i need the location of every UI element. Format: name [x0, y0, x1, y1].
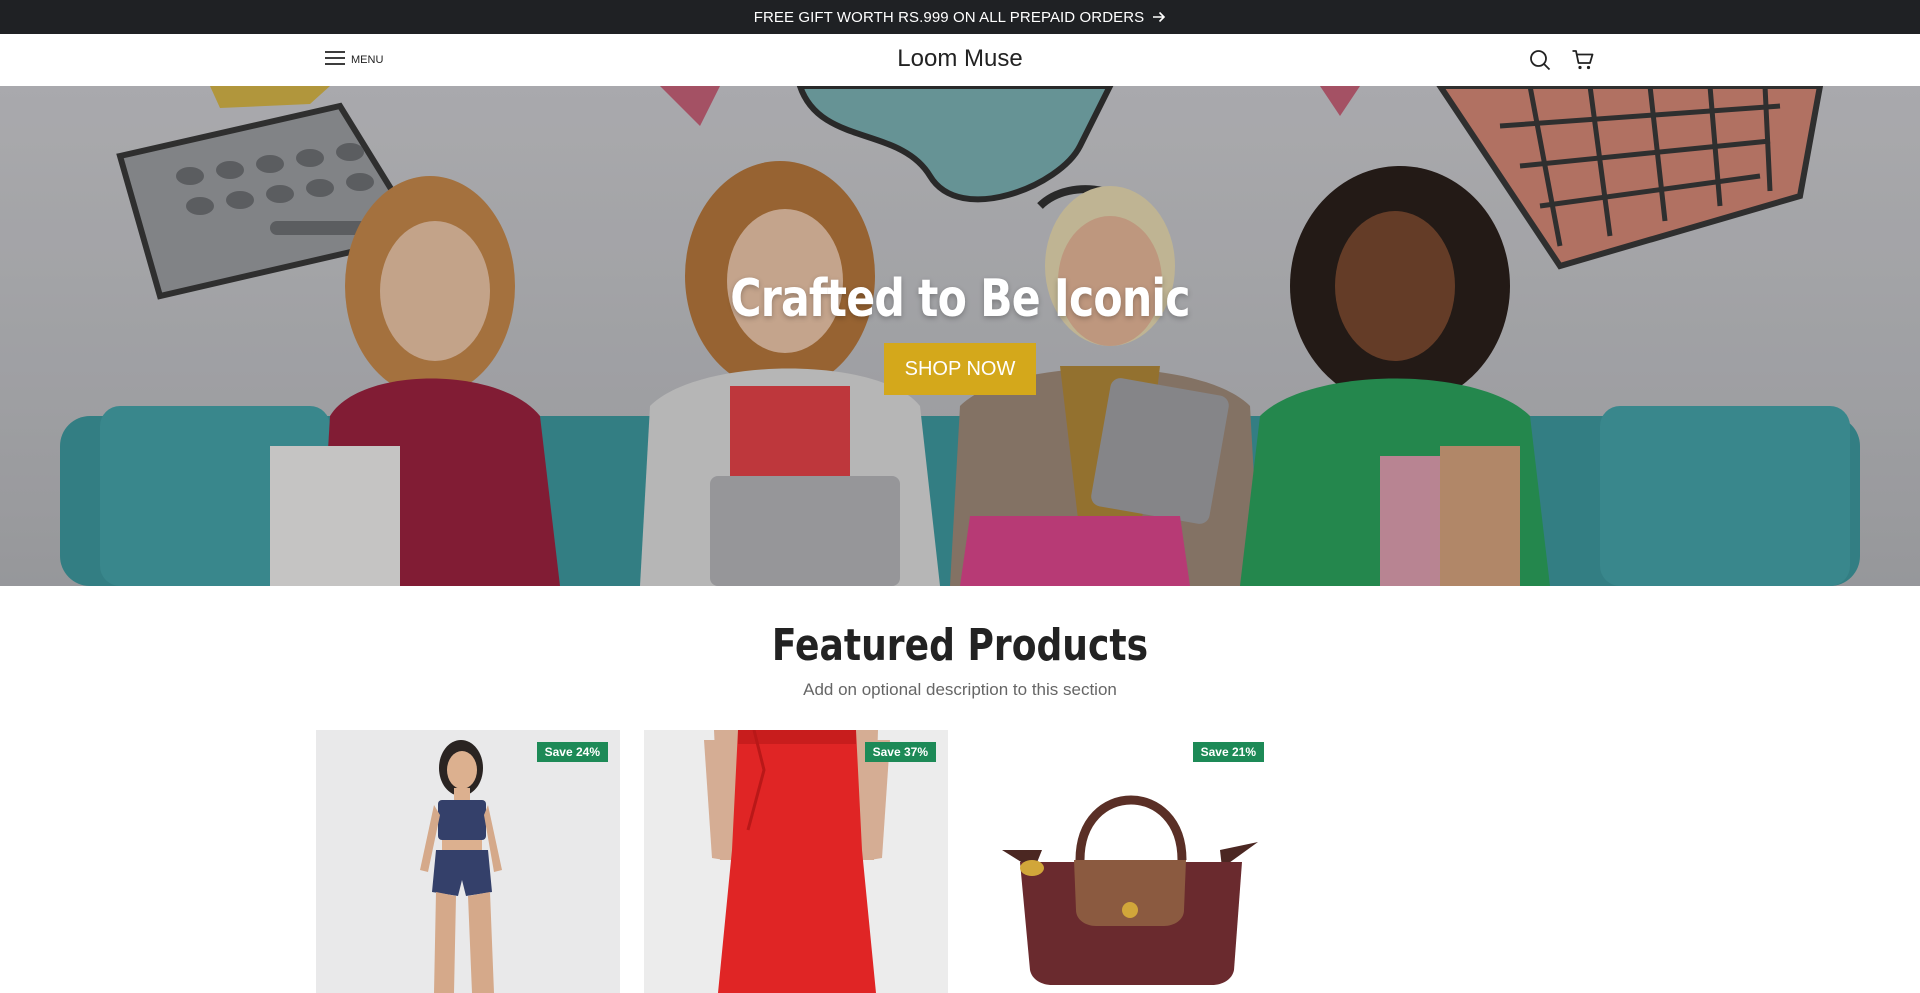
hero-title: Crafted to Be Iconic — [730, 269, 1190, 329]
hamburger-icon[interactable] — [325, 50, 345, 71]
featured-description: Add on optional description to this sect… — [803, 680, 1117, 699]
product-card[interactable]: Save 21% — [972, 730, 1276, 993]
discount-badge: Save 37% — [864, 742, 936, 762]
hero-overlay — [0, 86, 1920, 586]
site-header: MENU Loom Muse — [0, 34, 1920, 87]
menu-label[interactable]: MENU — [351, 54, 383, 66]
product-card[interactable]: Save 24% — [316, 730, 620, 993]
hero-banner: Crafted to Be Iconic SHOP NOW — [0, 86, 1920, 586]
site-logo[interactable]: Loom Muse — [897, 45, 1022, 72]
arrow-right-icon[interactable] — [1152, 10, 1166, 24]
announcement-text[interactable]: FREE GIFT WORTH RS.999 ON ALL PREPAID OR… — [754, 9, 1145, 26]
cart-icon[interactable] — [1571, 48, 1595, 72]
discount-badge: Save 24% — [536, 742, 608, 762]
product-image[interactable] — [316, 730, 620, 993]
product-card[interactable]: Save 37% — [644, 730, 948, 993]
menu-button[interactable]: MENU — [325, 49, 383, 71]
product-image[interactable] — [644, 730, 948, 993]
product-image[interactable] — [972, 730, 1276, 993]
discount-badge: Save 21% — [1192, 742, 1264, 762]
announcement-bar[interactable]: FREE GIFT WORTH RS.999 ON ALL PREPAID OR… — [0, 0, 1920, 34]
featured-title: Featured Products — [771, 620, 1149, 671]
shop-now-button[interactable]: SHOP NOW — [884, 343, 1036, 395]
search-icon[interactable] — [1528, 48, 1552, 72]
